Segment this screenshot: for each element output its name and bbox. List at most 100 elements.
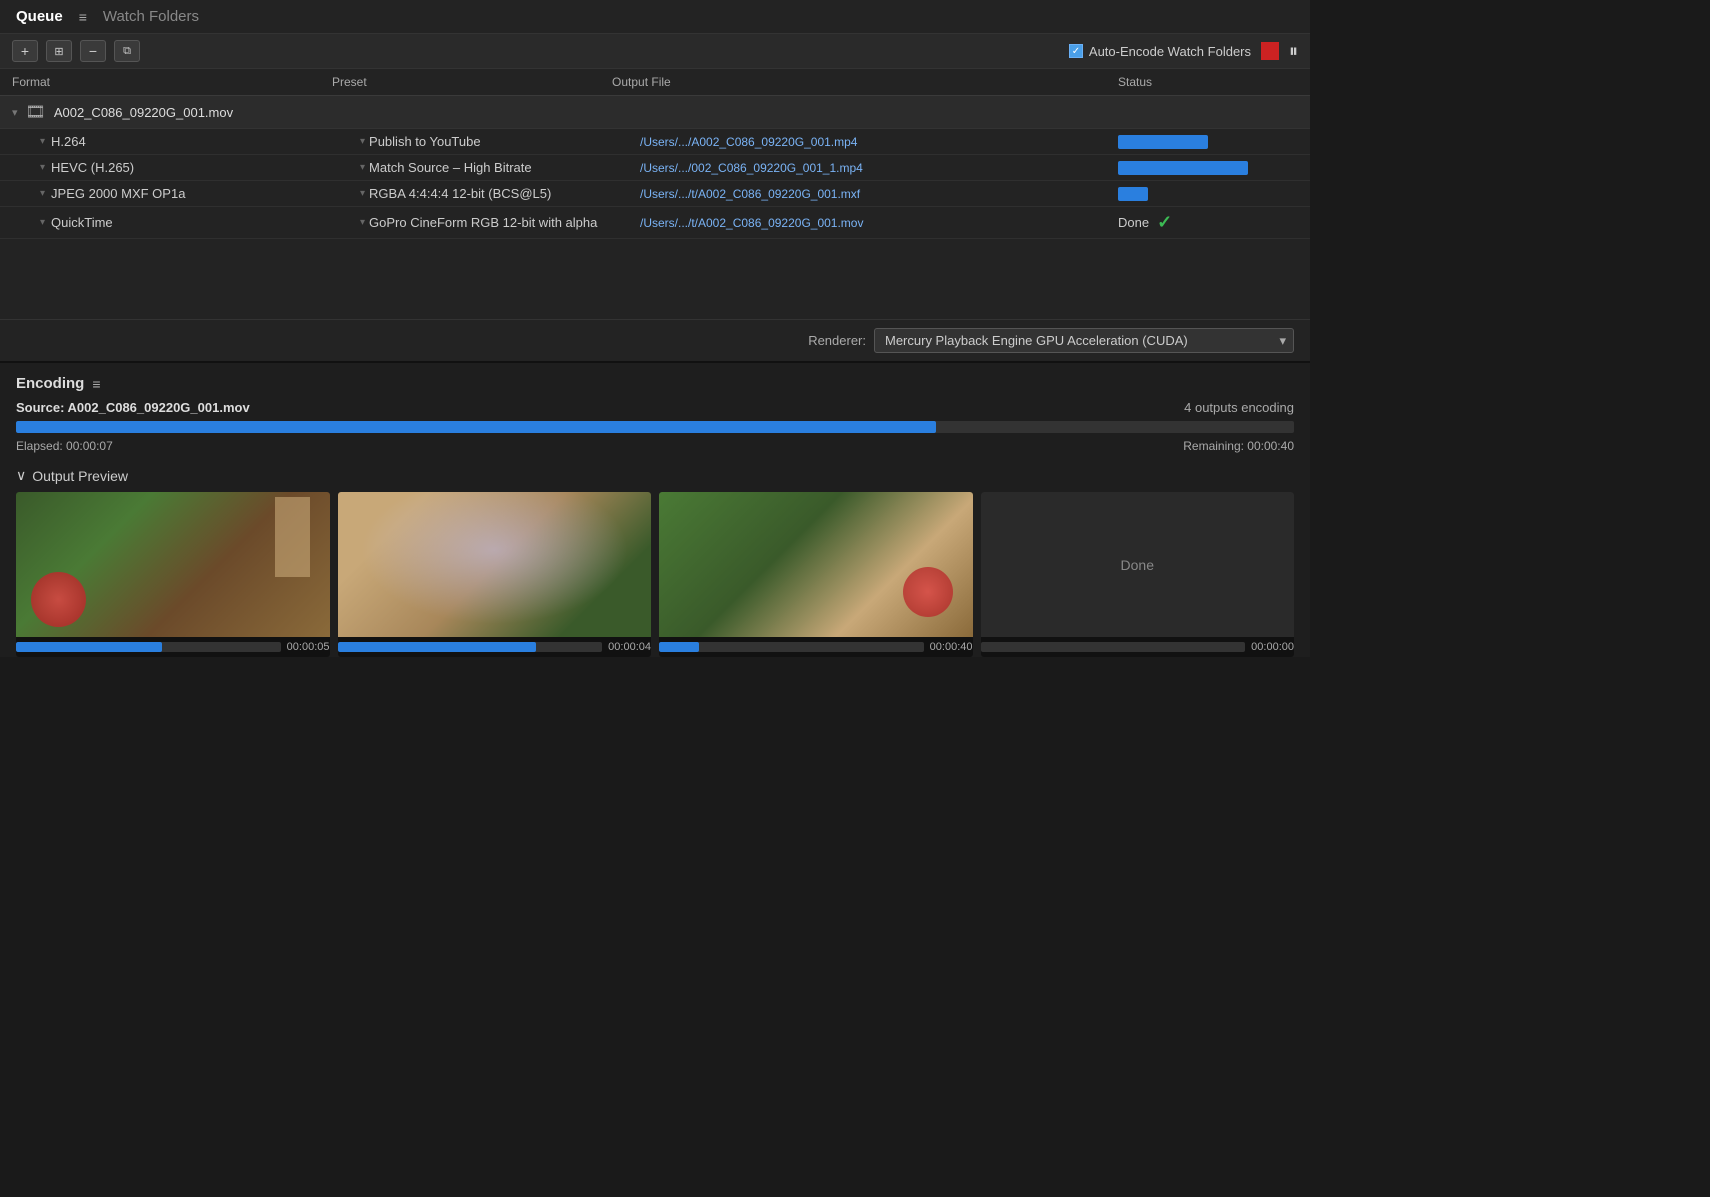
stop-button[interactable] [1261, 42, 1279, 60]
status-cell [1118, 187, 1298, 201]
pause-button[interactable]: ⏸ [1289, 42, 1298, 60]
encoding-meta: Source: A002_C086_09220G_001.mov 4 outpu… [16, 400, 1294, 415]
preview-thumbnail [659, 492, 973, 637]
preview-bottom: 00:00:05 [16, 637, 330, 657]
item-chevron-icon: ▾ [40, 217, 45, 228]
progress-bar [1118, 187, 1148, 201]
format-cell: ▾ HEVC (H.265) [40, 160, 360, 175]
main-progress-bar [16, 421, 936, 433]
output-preview-chevron-icon: ∨ [16, 467, 26, 484]
queue-tab[interactable]: Queue [16, 8, 63, 25]
preset-cell: ▾ Match Source – High Bitrate [360, 160, 640, 175]
preview-time: 00:00:40 [930, 641, 973, 653]
output-path: /Users/.../t/A002_C086_09220G_001.mov [640, 216, 1118, 230]
preview-progress-fill [659, 642, 699, 652]
preset-label: GoPro CineForm RGB 12-bit with alpha [369, 215, 597, 230]
renderer-select-wrapper[interactable]: Mercury Playback Engine GPU Acceleration… [874, 328, 1294, 353]
renderer-select[interactable]: Mercury Playback Engine GPU Acceleration… [874, 328, 1294, 353]
preview-thumbnail [16, 492, 330, 637]
preview-done-label: Done [1121, 557, 1154, 573]
queue-table-header: Format Preset Output File Status [0, 69, 1310, 96]
preview-time: 00:00:04 [608, 641, 651, 653]
output-preview-header: ∨ Output Preview [16, 463, 1294, 492]
status-cell [1118, 161, 1298, 175]
outputs-count: 4 outputs encoding [1184, 400, 1294, 415]
queue-menu-icon[interactable]: ≡ [79, 9, 87, 25]
format-cell: ▾ JPEG 2000 MXF OP1a [40, 186, 360, 201]
preset-label: Publish to YouTube [369, 134, 481, 149]
encoding-source-label: Source: A002_C086_09220G_001.mov [16, 400, 250, 415]
duplicate-button[interactable]: ⧉ [114, 40, 140, 62]
preset-chevron-icon: ▾ [360, 162, 365, 173]
source-chevron-icon: ▾ [12, 106, 18, 119]
queue-item[interactable]: ▾ QuickTime ▾ GoPro CineForm RGB 12-bit … [0, 207, 1310, 239]
preview-progress-track [659, 642, 924, 652]
preview-item: 00:00:04 [338, 492, 652, 657]
preview-progress-fill [338, 642, 537, 652]
preview-time: 00:00:05 [287, 641, 330, 653]
item-chevron-icon: ▾ [40, 136, 45, 147]
preview-progress-track [981, 642, 1246, 652]
queue-source-row[interactable]: ▾ 🎞 A002_C086_09220G_001.mov [0, 96, 1310, 129]
add-button[interactable]: + [12, 40, 38, 62]
output-path: /Users/.../002_C086_09220G_001_1.mp4 [640, 161, 1118, 175]
preview-item: 00:00:05 [16, 492, 330, 657]
preset-chevron-icon: ▾ [360, 217, 365, 228]
preview-progress-track [16, 642, 281, 652]
timing-row: Elapsed: 00:00:07 Remaining: 00:00:40 [16, 439, 1294, 453]
preview-done-box: Done [981, 492, 1295, 637]
queue-spacer [0, 239, 1310, 319]
queue-item[interactable]: ▾ JPEG 2000 MXF OP1a ▾ RGBA 4:4:4:4 12-b… [0, 181, 1310, 207]
output-preview-label: Output Preview [32, 468, 128, 484]
progress-bar [1118, 135, 1208, 149]
status-cell: Done ✓ [1118, 212, 1298, 233]
preview-progress-fill [16, 642, 162, 652]
format-label: JPEG 2000 MXF OP1a [51, 186, 185, 201]
encoding-title: Encoding [16, 375, 84, 392]
remove-button[interactable]: − [80, 40, 106, 62]
format-label: QuickTime [51, 215, 113, 230]
preview-bottom: 00:00:40 [659, 637, 973, 657]
encoding-header: Encoding ≡ [16, 375, 1294, 392]
format-label: HEVC (H.265) [51, 160, 134, 175]
status-done-label: Done [1118, 215, 1149, 230]
preview-time: 00:00:00 [1251, 641, 1294, 653]
preview-bottom: 00:00:00 [981, 637, 1295, 657]
queue-item[interactable]: ▾ HEVC (H.265) ▾ Match Source – High Bit… [0, 155, 1310, 181]
preset-cell: ▾ GoPro CineForm RGB 12-bit with alpha [360, 215, 640, 230]
top-navigation: Queue ≡ Watch Folders [0, 0, 1310, 34]
add-preset-button[interactable]: ⊞ [46, 40, 72, 62]
output-file-column-header: Output File [612, 75, 1118, 89]
preset-chevron-icon: ▾ [360, 188, 365, 199]
checkmark-icon: ✓ [1157, 212, 1172, 233]
main-toolbar: + ⊞ − ⧉ ✓ Auto-Encode Watch Folders ⏸ [0, 34, 1310, 69]
auto-encode-label[interactable]: ✓ Auto-Encode Watch Folders [1069, 44, 1251, 59]
preset-cell: ▾ Publish to YouTube [360, 134, 640, 149]
format-cell: ▾ H.264 [40, 134, 360, 149]
preview-grid: 00:00:05 00:00:04 00:00:40 [16, 492, 1294, 657]
preview-progress-track [338, 642, 603, 652]
watch-folders-tab[interactable]: Watch Folders [103, 8, 199, 25]
preset-cell: ▾ RGBA 4:4:4:4 12-bit (BCS@L5) [360, 186, 640, 201]
output-path: /Users/.../t/A002_C086_09220G_001.mxf [640, 187, 1118, 201]
film-icon: 🎞 [26, 102, 46, 122]
preset-label: Match Source – High Bitrate [369, 160, 532, 175]
format-cell: ▾ QuickTime [40, 215, 360, 230]
encoding-menu-icon[interactable]: ≡ [92, 376, 100, 392]
preview-thumbnail [338, 492, 652, 637]
renderer-row: Renderer: Mercury Playback Engine GPU Ac… [0, 319, 1310, 361]
item-chevron-icon: ▾ [40, 162, 45, 173]
preview-bottom: 00:00:04 [338, 637, 652, 657]
preview-item: 00:00:40 [659, 492, 973, 657]
status-column-header: Status [1118, 75, 1298, 89]
auto-encode-checkbox[interactable]: ✓ [1069, 44, 1083, 58]
preset-chevron-icon: ▾ [360, 136, 365, 147]
progress-bar [1118, 161, 1248, 175]
preview-item-done: Done 00:00:00 [981, 492, 1295, 657]
encoding-section: Encoding ≡ Source: A002_C086_09220G_001.… [0, 361, 1310, 657]
queue-item[interactable]: ▾ H.264 ▾ Publish to YouTube /Users/.../… [0, 129, 1310, 155]
elapsed-label: Elapsed: 00:00:07 [16, 439, 113, 453]
renderer-label: Renderer: [808, 333, 866, 348]
format-column-header: Format [12, 75, 332, 89]
remaining-label: Remaining: 00:00:40 [1183, 439, 1294, 453]
